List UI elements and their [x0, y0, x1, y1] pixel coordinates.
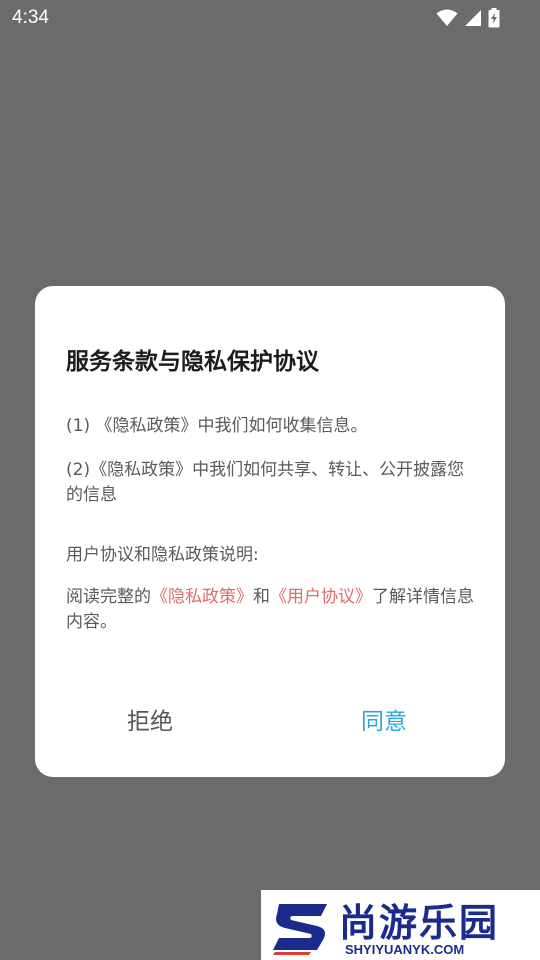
policy-item-share: (2)《隐私政策》中我们如何共享、转让、公开披露您的信息 — [66, 460, 465, 505]
battery-charging-icon — [488, 8, 500, 28]
privacy-policy-link[interactable]: 《隐私政策》 — [151, 587, 253, 607]
agree-button[interactable]: 同意 — [361, 702, 407, 736]
status-icons — [436, 8, 500, 28]
policy-item-collect: (1) 《隐私政策》中我们如何收集信息。 — [66, 416, 368, 436]
watermark: 尚游乐园 SHYIYUANYK.COM — [261, 890, 540, 960]
status-bar: 4:34 — [0, 0, 540, 38]
wifi-icon — [436, 9, 458, 27]
conjunction-text: 和 — [253, 587, 270, 607]
signal-icon — [464, 9, 482, 27]
user-agreement-link[interactable]: 《用户协议》 — [270, 587, 372, 607]
privacy-dialog: 服务条款与隐私保护协议 (1) 《隐私政策》中我们如何收集信息。 (2)《隐私政… — [35, 286, 505, 777]
status-time: 4:34 — [12, 7, 49, 28]
watermark-logo — [273, 904, 327, 955]
dialog-title: 服务条款与隐私保护协议 — [66, 349, 319, 375]
read-prefix: 阅读完整的 — [66, 587, 151, 607]
read-full-text: 阅读完整的《隐私政策》和《用户协议》了解详情信息内容。 — [66, 585, 476, 635]
section-heading: 用户协议和隐私政策说明: — [66, 545, 259, 565]
refuse-button[interactable]: 拒绝 — [127, 702, 173, 736]
watermark-text: 尚游乐园 — [339, 901, 500, 945]
watermark-url: SHYIYUANYK.COM — [345, 942, 465, 957]
